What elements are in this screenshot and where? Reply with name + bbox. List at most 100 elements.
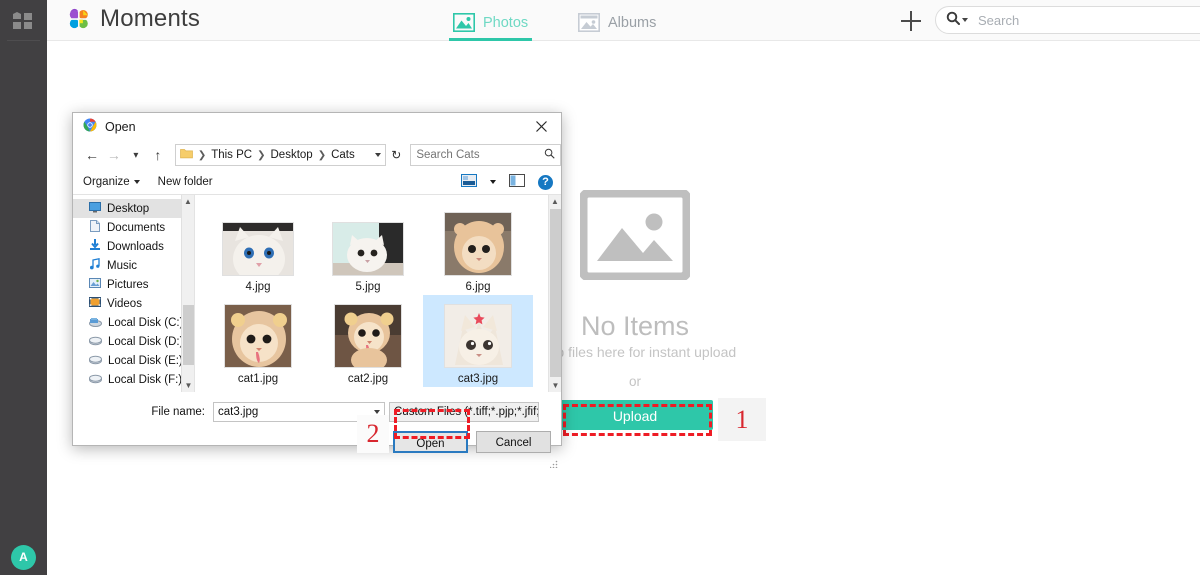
file-type-filter[interactable]: Custom Files (*.tiff;*.pjp;*.jfif;*.b [389,402,539,422]
page-title: Moments [100,5,201,32]
annotation-number-1: 1 [718,398,766,441]
dialog-button-row: Open Cancel [73,422,561,453]
file-name: 4.jpg [245,281,271,293]
chevron-down-icon[interactable] [375,153,382,157]
photo-icon [453,13,475,32]
open-button[interactable]: Open [393,431,468,453]
address-bar[interactable]: ❯ This PC ❯ Desktop ❯ Cats [174,144,387,166]
tab-albums[interactable]: Albums [574,4,660,41]
file-list-scrollbar-thumb[interactable] [550,209,561,377]
close-icon[interactable] [521,113,561,140]
chrome-icon [83,118,97,135]
file-thumbnail [444,304,512,368]
chevron-down-icon[interactable]: ▾ [125,144,147,166]
tree-scrollbar[interactable]: ▲ ▼ [181,195,194,392]
scroll-down-icon[interactable]: ▼ [549,379,562,392]
breadcrumb-item-1[interactable]: Desktop [271,149,313,161]
tree-item-desktop[interactable]: Desktop [73,199,194,218]
tree-item-downloads[interactable]: Downloads [73,237,194,256]
filename-value: cat3.jpg [218,406,259,418]
desktop-icon [89,201,101,216]
tree-item-pictures[interactable]: Pictures [73,275,194,294]
arrow-up-icon[interactable]: ↑ [147,144,169,166]
breadcrumb-item-2[interactable]: Cats [331,149,355,161]
avatar[interactable]: A [11,545,36,570]
tree-item-music[interactable]: Music [73,256,194,275]
file-item[interactable]: 5.jpg [313,203,423,295]
tree-item-documents[interactable]: Documents [73,218,194,237]
open-file-dialog: Open ← → ▾ ↑ ❯ This PC ❯ Desktop ❯ Cats … [72,112,562,469]
tree-item-local-disk-f[interactable]: Local Disk (F:) [73,370,194,389]
upload-button[interactable]: Upload [557,400,713,430]
file-thumbnail [224,304,292,368]
file-item[interactable]: 6.jpg [423,203,533,295]
chevron-down-icon[interactable] [490,180,496,184]
tree-label: Pictures [107,278,149,291]
dialog-title-bar: Open [73,113,561,140]
breadcrumb-item-0[interactable]: This PC [211,149,252,161]
arrow-right-icon[interactable]: → [103,144,125,166]
pictures-icon [89,277,101,292]
file-thumbnail [222,222,294,276]
arrow-left-icon[interactable]: ← [81,144,103,166]
drive-icon [89,354,102,368]
file-thumbnail [334,304,402,368]
scroll-down-icon[interactable]: ▼ [182,379,195,392]
file-thumbnail [444,212,512,276]
tree-item-local-disk-e[interactable]: Local Disk (E:) [73,351,194,370]
annotation-number-2: 2 [357,415,389,453]
preview-pane-icon[interactable] [509,174,525,190]
breadcrumb-separator: ❯ [317,149,327,161]
resize-grip[interactable] [549,457,558,469]
scroll-up-icon[interactable]: ▲ [182,195,194,208]
dialog-search-placeholder: Search Cats [416,149,480,161]
chevron-down-icon [962,18,968,22]
tree-label: Local Disk (E:) [108,354,183,367]
tree-item-local-disk-d[interactable]: Local Disk (D:) [73,332,194,351]
rail-divider [7,40,40,41]
cancel-button[interactable]: Cancel [476,431,551,453]
tab-photos[interactable]: Photos [449,4,532,41]
tree-label: Downloads [107,240,164,253]
file-item-selected[interactable]: cat3.jpg [423,295,533,387]
file-name: cat3.jpg [457,373,499,385]
music-icon [89,258,101,273]
search-input[interactable] [976,11,1200,29]
tree-item-videos[interactable]: Videos [73,294,194,313]
dialog-footer: File name: cat3.jpg Custom Files (*.tiff… [73,392,561,469]
dialog-search-box[interactable]: Search Cats [410,144,561,166]
refresh-icon[interactable]: ↻ [386,144,406,166]
file-item[interactable]: 4.jpg [203,203,313,295]
help-icon[interactable]: ? [538,174,553,190]
search-box[interactable] [935,6,1200,34]
tree-scrollbar-thumb[interactable] [183,305,194,365]
view-layout-icon[interactable] [461,174,477,190]
new-folder-button[interactable]: New folder [158,176,213,188]
left-rail: A [0,0,47,575]
dialog-toolbar-right: ? [461,174,553,190]
tree-label: Documents [107,221,166,234]
downloads-icon [89,239,101,254]
plus-icon[interactable] [898,8,924,34]
drive-icon [89,373,102,387]
dialog-title: Open [105,119,136,134]
scroll-up-icon[interactable]: ▲ [549,195,561,208]
file-name: cat1.jpg [237,373,279,385]
file-list-scrollbar[interactable]: ▲ ▼ [548,195,561,392]
tab-active-underline [449,38,532,41]
breadcrumb-separator: ❯ [197,149,207,161]
organize-button[interactable]: Organize [83,176,140,188]
file-item[interactable]: cat1.jpg [203,295,313,387]
videos-icon [89,296,101,311]
tree-item-local-disk-c[interactable]: Local Disk (C:) [73,313,194,332]
dialog-nav-bar: ← → ▾ ↑ ❯ This PC ❯ Desktop ❯ Cats ↻ Sea… [73,140,561,170]
dialog-body: Desktop Documents Downloads Music Pictur… [73,195,561,392]
search-icon [946,11,960,30]
grid-apps-icon[interactable] [13,12,34,31]
breadcrumb-separator: ❯ [257,149,266,161]
file-name: cat2.jpg [347,373,389,385]
file-item[interactable]: cat2.jpg [313,295,423,387]
file-thumbnail [332,222,404,276]
chevron-down-icon[interactable] [374,410,380,414]
system-drive-icon [89,316,102,330]
